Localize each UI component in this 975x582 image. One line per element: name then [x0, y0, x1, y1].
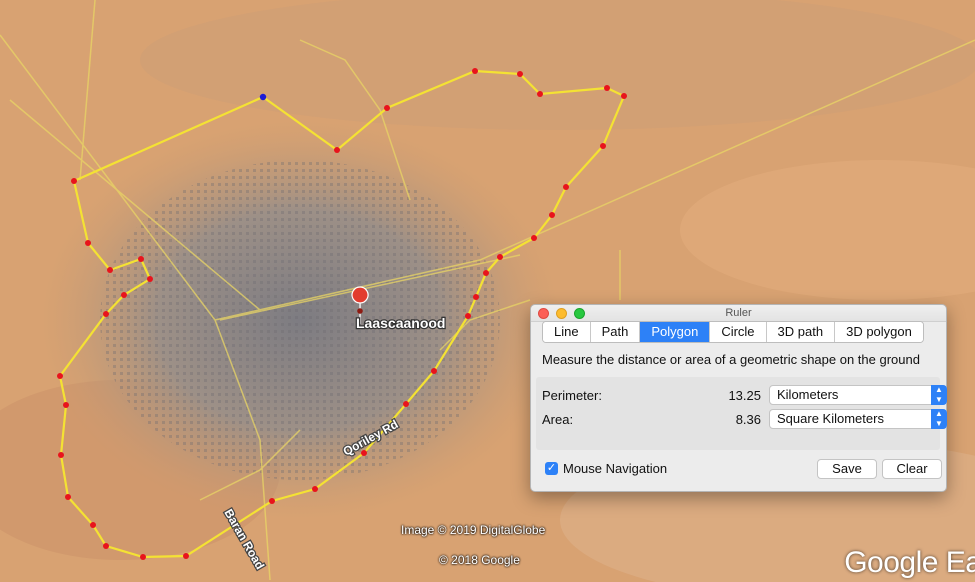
perimeter-value: 13.25 — [728, 388, 761, 403]
start-vertex[interactable] — [259, 93, 267, 101]
measure-mode-tabs: Line Path Polygon Circle 3D path 3D poly… — [542, 321, 924, 343]
google-earth-logo: Google Earth — [844, 546, 975, 579]
imagery-credit: Image © 2019 DigitalGlobe — [401, 523, 546, 537]
measurement-panel: Perimeter: 13.25 Kilometers ▲ ▼ Area: 8.3… — [536, 377, 947, 450]
perimeter-label: Perimeter: — [542, 388, 602, 403]
save-button[interactable]: Save — [817, 459, 877, 479]
area-value: 8.36 — [735, 412, 761, 427]
chevron-updown-icon[interactable]: ▲ ▼ — [931, 385, 947, 405]
clear-button[interactable]: Clear — [882, 459, 942, 479]
ruler-description: Measure the distance or area of a geomet… — [542, 352, 920, 367]
mouse-navigation-label[interactable]: Mouse Navigation — [563, 461, 667, 476]
tab-polygon[interactable]: Polygon — [640, 322, 711, 342]
tab-path[interactable]: Path — [590, 322, 641, 342]
ruler-titlebar[interactable]: Ruler — [531, 305, 946, 322]
area-row: Area: 8.36 Square Kilometers ▲ ▼ — [542, 409, 947, 431]
chevron-updown-icon[interactable]: ▲ ▼ — [931, 409, 947, 429]
tab-3d-path[interactable]: 3D path — [766, 322, 836, 342]
tab-3d-polygon[interactable]: 3D polygon — [835, 322, 923, 342]
window-title: Ruler — [725, 307, 752, 319]
satellite-map[interactable]: Laascaanood Qoriley Rd Baran Road — [0, 0, 975, 582]
close-window-icon[interactable] — [538, 308, 549, 319]
minimize-window-icon[interactable] — [556, 308, 567, 319]
area-unit-select[interactable]: Square Kilometers ▲ ▼ — [769, 409, 947, 429]
perimeter-row: Perimeter: 13.25 Kilometers ▲ ▼ — [542, 385, 947, 407]
tab-circle[interactable]: Circle — [710, 322, 767, 342]
copyright-credit: © 2018 Google — [439, 553, 520, 567]
perimeter-unit-value: Kilometers — [777, 387, 839, 402]
perimeter-unit-select[interactable]: Kilometers ▲ ▼ — [769, 385, 947, 405]
mouse-navigation-checkbox[interactable]: ✓ — [545, 462, 558, 475]
area-label: Area: — [542, 412, 574, 427]
tab-line[interactable]: Line — [543, 322, 591, 342]
place-label[interactable]: Laascaanood — [355, 314, 447, 333]
zoom-window-icon[interactable] — [574, 308, 585, 319]
ruler-dialog: Ruler Line Path Polygon Circle 3D path 3… — [530, 304, 947, 492]
area-unit-value: Square Kilometers — [777, 411, 884, 426]
